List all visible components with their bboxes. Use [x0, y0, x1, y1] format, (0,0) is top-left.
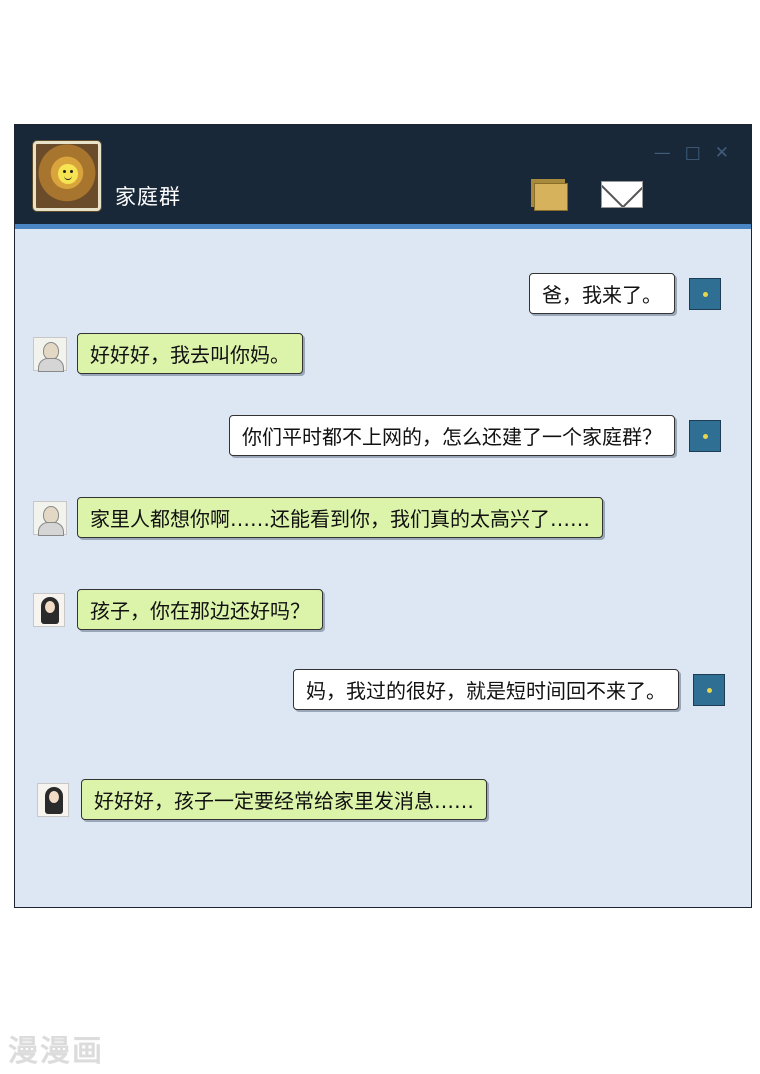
mail-icon[interactable]: [601, 181, 643, 208]
close-icon[interactable]: ✕: [715, 143, 729, 163]
message-bubble: 你们平时都不上网的，怎么还建了一个家庭群？: [229, 415, 675, 456]
window-controls: — □ ✕: [654, 143, 729, 163]
message-bubble: 好好好，我去叫你妈。: [77, 333, 303, 374]
title-bar: 家庭群 — □ ✕: [15, 125, 751, 229]
message-bubble: 孩子，你在那边还好吗？: [77, 589, 323, 630]
sun-icon: [58, 164, 78, 184]
message-bubble: 家里人都想你啊……还能看到你，我们真的太高兴了……: [77, 497, 603, 538]
group-avatar[interactable]: [33, 141, 101, 211]
avatar-me[interactable]: [689, 419, 721, 452]
watermark: 漫漫画: [8, 1034, 104, 1069]
avatar-me[interactable]: [693, 673, 725, 706]
message-me: 爸，我来了。: [529, 273, 721, 314]
message-dad: 好好好，我去叫你妈。: [33, 333, 303, 374]
message-mom: 孩子，你在那边还好吗？: [33, 589, 323, 630]
avatar-me[interactable]: [689, 277, 721, 310]
minimize-icon[interactable]: —: [654, 143, 671, 163]
avatar-mom[interactable]: [37, 782, 69, 817]
message-dad: 家里人都想你啊……还能看到你，我们真的太高兴了……: [33, 497, 603, 538]
group-name: 家庭群: [115, 185, 181, 209]
chat-area: 爸，我来了。 好好好，我去叫你妈。 你们平时都不上网的，怎么还建了一个家庭群？ …: [15, 229, 751, 905]
folder-icon[interactable]: [531, 179, 568, 211]
message-mom: 好好好，孩子一定要经常给家里发消息……: [37, 779, 487, 820]
avatar-dad[interactable]: [33, 500, 67, 536]
avatar-mom[interactable]: [33, 592, 65, 627]
maximize-icon[interactable]: □: [685, 143, 701, 163]
chat-window: 家庭群 — □ ✕ 爸，我来了。 好好好，我去叫你妈。 你们平时都不上网的，怎么…: [14, 124, 752, 908]
message-bubble: 爸，我来了。: [529, 273, 675, 314]
message-bubble: 好好好，孩子一定要经常给家里发消息……: [81, 779, 487, 820]
message-me: 妈，我过的很好，就是短时间回不来了。: [293, 669, 725, 710]
avatar-dad[interactable]: [33, 336, 67, 372]
message-bubble: 妈，我过的很好，就是短时间回不来了。: [293, 669, 679, 710]
message-me: 你们平时都不上网的，怎么还建了一个家庭群？: [229, 415, 721, 456]
